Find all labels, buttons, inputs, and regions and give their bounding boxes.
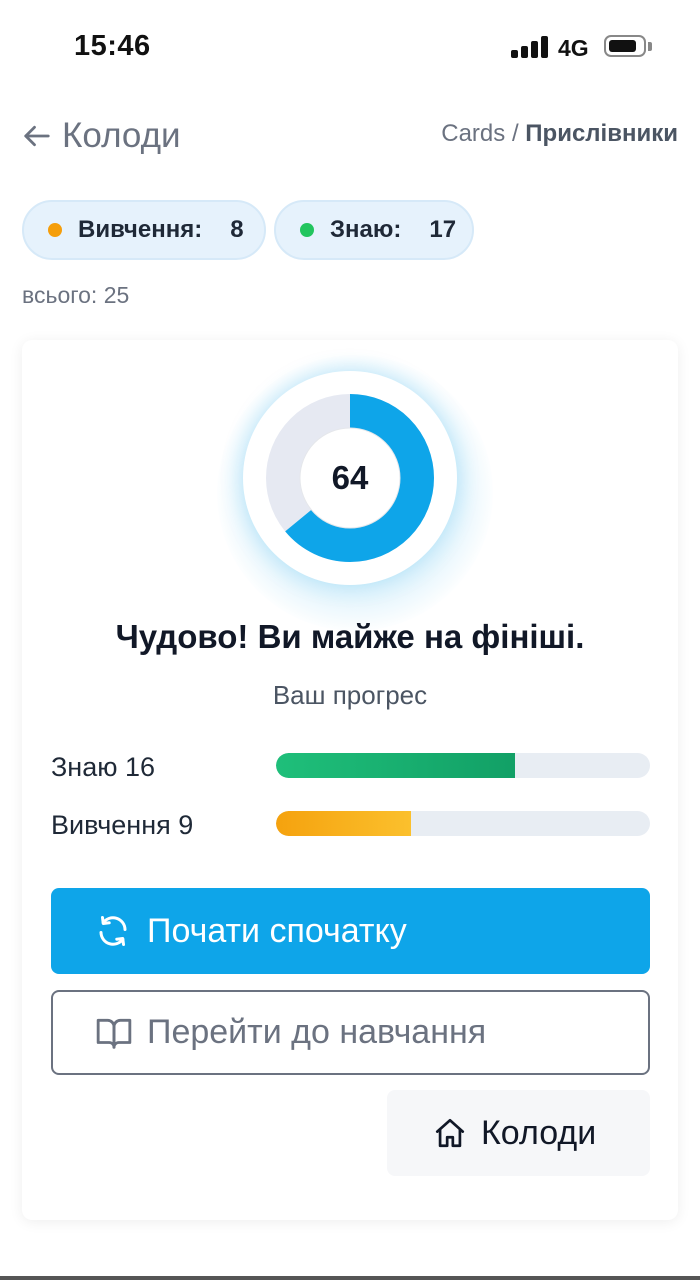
status-bar: 15:46 4G	[0, 0, 700, 95]
progress-subtitle: Ваш прогрес	[272, 680, 428, 710]
refresh-icon	[99, 916, 127, 946]
learning-progress-bar	[276, 811, 650, 836]
back-link-label: Колоди	[62, 116, 181, 155]
decks-button-label: Колоди	[481, 1113, 597, 1152]
go-to-study-label: Перейти до навчання	[147, 1013, 487, 1051]
bottom-edge	[0, 1276, 700, 1280]
know-label: Знаю:	[330, 216, 402, 243]
result-card: 64 Чудово! Ви майже на фініші. Ваш прогр…	[22, 340, 678, 1220]
breadcrumb-root[interactable]: Cards	[441, 120, 505, 147]
status-time: 15:46	[74, 30, 151, 62]
know-bar-label: Знаю 16	[51, 752, 156, 782]
result-headline: Чудово! Ви майже на фініші.	[115, 618, 585, 655]
breadcrumb: Cards / Прислівники	[441, 120, 678, 148]
progress-ring: 64	[243, 371, 457, 585]
learning-count-badge: Вивчення: 8	[22, 200, 266, 260]
restart-button[interactable]: Почати спочатку	[51, 888, 650, 974]
know-progress-fill	[276, 753, 516, 778]
orange-dot-icon	[48, 223, 62, 237]
battery-icon	[604, 35, 646, 57]
learning-count: 8	[230, 216, 244, 243]
restart-button-label: Почати спочатку	[147, 911, 407, 950]
network-type: 4G	[558, 35, 589, 61]
learning-progress-fill	[276, 811, 411, 836]
learning-bar-label: Вивчення 9	[51, 810, 194, 840]
breadcrumb-current: Прислівники	[525, 120, 678, 147]
ring-value: 64	[331, 459, 369, 496]
battery-tip	[648, 42, 652, 51]
arrow-left-icon	[24, 125, 50, 147]
go-to-study-button[interactable]: Перейти до навчання	[51, 990, 650, 1075]
decks-button[interactable]: Колоди	[387, 1090, 650, 1176]
know-progress-bar	[276, 753, 650, 778]
battery-level	[609, 40, 636, 52]
home-icon	[435, 1118, 465, 1148]
signal-icon	[511, 34, 549, 58]
green-dot-icon	[300, 223, 314, 237]
back-to-decks-link[interactable]: Колоди	[22, 110, 181, 162]
know-count-badge: Знаю: 17	[274, 200, 474, 260]
breadcrumb-separator: /	[505, 120, 526, 147]
learning-label: Вивчення:	[78, 216, 203, 243]
book-open-icon	[96, 1018, 132, 1049]
screen: 15:46 4G Колоди Cards / Прислівники Вивч…	[0, 0, 700, 1280]
total-count: всього: 25	[22, 282, 130, 308]
know-count: 17	[429, 216, 457, 243]
